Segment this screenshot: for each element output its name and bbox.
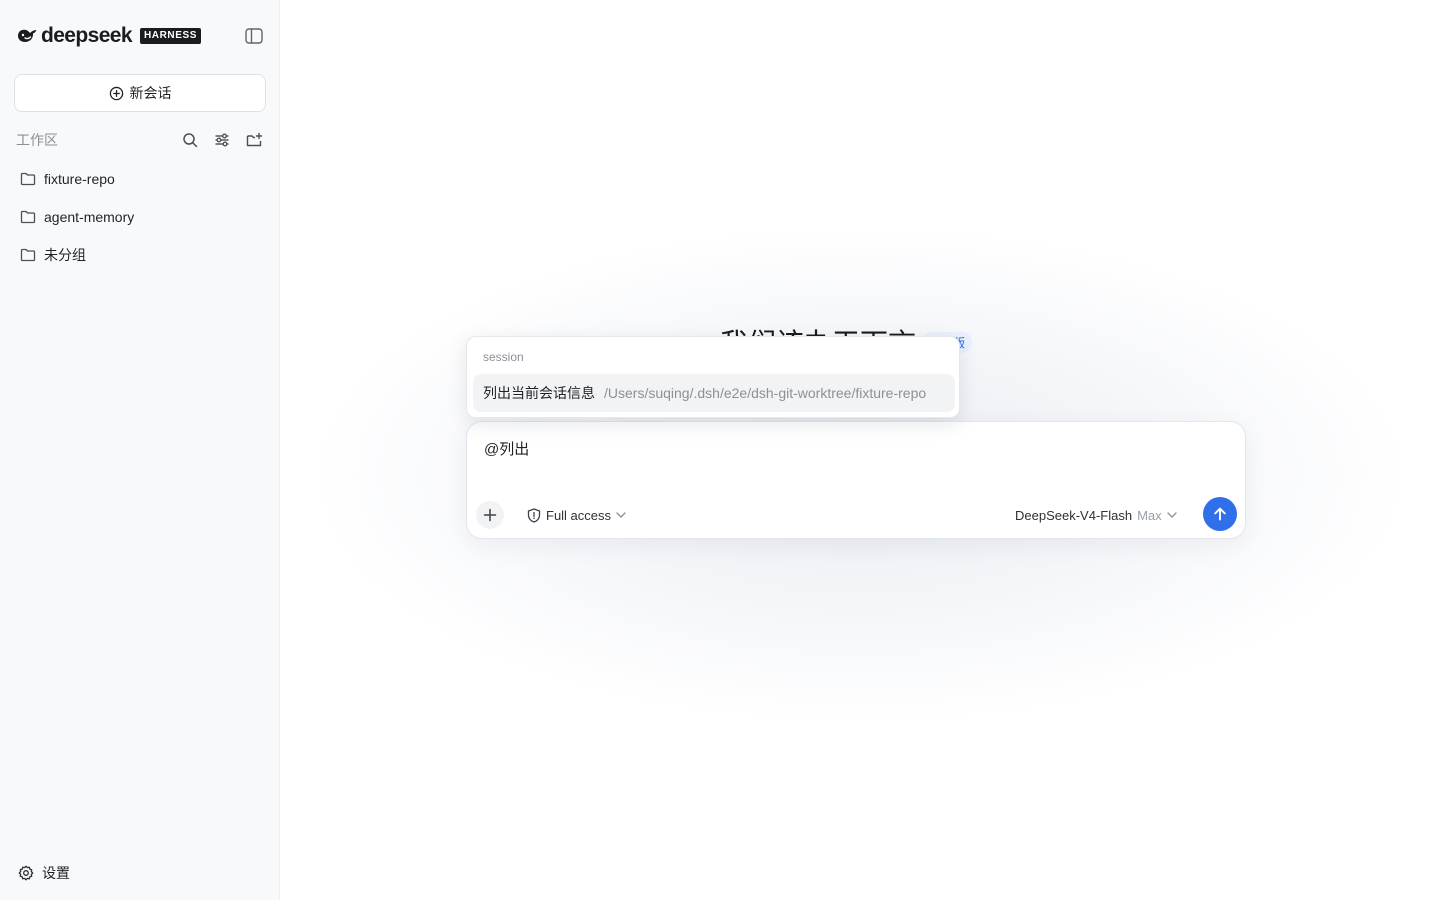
popup-item-session[interactable]: 列出当前会话信息 /Users/suqing/.dsh/e2e/dsh-git-…	[473, 374, 955, 412]
gear-icon	[18, 865, 34, 881]
plus-circle-icon	[109, 86, 124, 101]
folder-item-agent-memory[interactable]: agent-memory	[10, 198, 270, 236]
whale-logo-icon	[16, 27, 38, 45]
brand: deepseek HARNESS	[16, 24, 202, 48]
shield-icon	[527, 507, 541, 523]
new-folder-icon[interactable]	[244, 130, 264, 150]
folder-label: agent-memory	[44, 209, 135, 225]
mention-popup: session 列出当前会话信息 /Users/suqing/.dsh/e2e/…	[466, 336, 960, 418]
message-input[interactable]: @列出	[484, 438, 529, 459]
folder-label: 未分组	[44, 247, 86, 263]
settings-button[interactable]: 设置	[18, 862, 70, 884]
popup-item-label: 列出当前会话信息	[483, 385, 595, 401]
chevron-down-icon	[1166, 512, 1177, 518]
folder-icon	[20, 248, 36, 262]
new-chat-label: 新会话	[129, 85, 172, 101]
model-name: DeepSeek-V4-Flash	[1015, 507, 1133, 523]
sidebar: deepseek HARNESS 新会话 工作区 fixture-repo ag…	[0, 0, 280, 900]
folder-icon	[20, 210, 36, 224]
model-tier: Max	[1137, 507, 1162, 523]
chevron-down-icon	[616, 512, 626, 518]
popup-item-path: /Users/suqing/.dsh/e2e/dsh-git-worktree/…	[604, 385, 927, 401]
popup-group-label: session	[483, 350, 524, 364]
folder-list: fixture-repo agent-memory 未分组	[10, 160, 270, 274]
composer: @列出 Full access DeepSeek-V4-Flash Max	[466, 421, 1246, 539]
filter-sliders-icon[interactable]	[212, 130, 232, 150]
brand-badge: HARNESS	[139, 28, 202, 44]
brand-name: deepseek	[41, 24, 133, 47]
access-mode-label: Full access	[546, 507, 612, 523]
plus-icon	[483, 508, 497, 522]
workspace-title: 工作区	[16, 132, 58, 148]
access-mode-dropdown[interactable]: Full access	[527, 506, 626, 524]
sidebar-toggle-icon[interactable]	[243, 26, 265, 46]
settings-label: 设置	[42, 865, 70, 881]
folder-icon	[20, 172, 36, 186]
search-icon[interactable]	[180, 130, 200, 150]
new-chat-button[interactable]: 新会话	[14, 74, 266, 112]
folder-item-fixture-repo[interactable]: fixture-repo	[10, 160, 270, 198]
send-button[interactable]	[1203, 497, 1237, 531]
model-selector[interactable]: DeepSeek-V4-Flash Max	[1015, 506, 1177, 524]
folder-label: fixture-repo	[44, 171, 115, 187]
folder-item-ungrouped[interactable]: 未分组	[10, 236, 270, 274]
workspace-header: 工作区	[16, 130, 264, 150]
arrow-up-icon	[1214, 507, 1226, 521]
add-attachment-button[interactable]	[476, 501, 504, 529]
